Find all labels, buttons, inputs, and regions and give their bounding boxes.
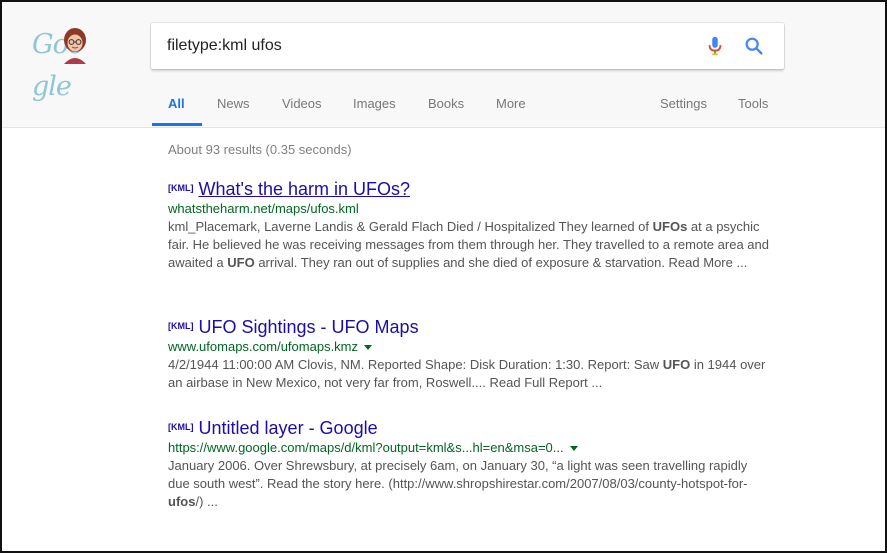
doodle-portrait-icon (64, 28, 86, 64)
microphone-icon[interactable] (704, 35, 726, 57)
result-title-link[interactable]: UFO Sightings - UFO Maps (199, 317, 419, 337)
url-dropdown-arrow-icon[interactable] (569, 446, 578, 452)
tab-books[interactable]: Books (428, 96, 464, 128)
result-url: https://www.google.com/maps/d/kml?output… (168, 440, 564, 455)
tab-more[interactable]: More (496, 96, 526, 128)
google-doodle-logo[interactable]: Goo gle (32, 24, 116, 102)
search-input[interactable] (167, 23, 687, 69)
search-tabs: All News Videos Images Books More Settin… (2, 92, 885, 128)
tab-tools[interactable]: Tools (738, 96, 768, 128)
tab-images[interactable]: Images (353, 96, 396, 128)
filetype-badge: [KML] (168, 422, 194, 432)
url-dropdown-arrow-icon[interactable] (364, 345, 373, 351)
filetype-badge: [KML] (168, 183, 194, 193)
header: Goo gle All News Videos Images Books (2, 2, 885, 128)
result-snippet: kml_Placemark, Laverne Landis & Gerald F… (168, 219, 769, 270)
result-stats: About 93 results (0.35 seconds) (168, 142, 352, 157)
result-snippet: 4/2/1944 11:00:00 AM Clovis, NM. Reporte… (168, 357, 766, 390)
active-tab-indicator (152, 123, 202, 126)
tab-settings[interactable]: Settings (660, 96, 707, 128)
result-url: whatstheharm.net/maps/ufos.kml (168, 201, 359, 216)
search-icon[interactable] (743, 35, 765, 57)
search-result: [KML] UFO Sightings - UFO Maps www.ufoma… (168, 316, 770, 392)
search-result: [KML] Untitled layer - Google https://ww… (168, 417, 770, 511)
result-snippet: January 2006. Over Shrewsbury, at precis… (168, 458, 748, 509)
filetype-badge: [KML] (168, 321, 194, 331)
result-title-link[interactable]: What's the harm in UFOs? (199, 179, 411, 199)
result-url: www.ufomaps.com/ufomaps.kmz (168, 339, 359, 354)
result-title-link[interactable]: Untitled layer - Google (199, 418, 378, 438)
tab-news[interactable]: News (217, 96, 250, 128)
tab-videos[interactable]: Videos (282, 96, 322, 128)
search-result: [KML] What's the harm in UFOs? whatstheh… (168, 178, 770, 272)
search-box (151, 23, 784, 69)
